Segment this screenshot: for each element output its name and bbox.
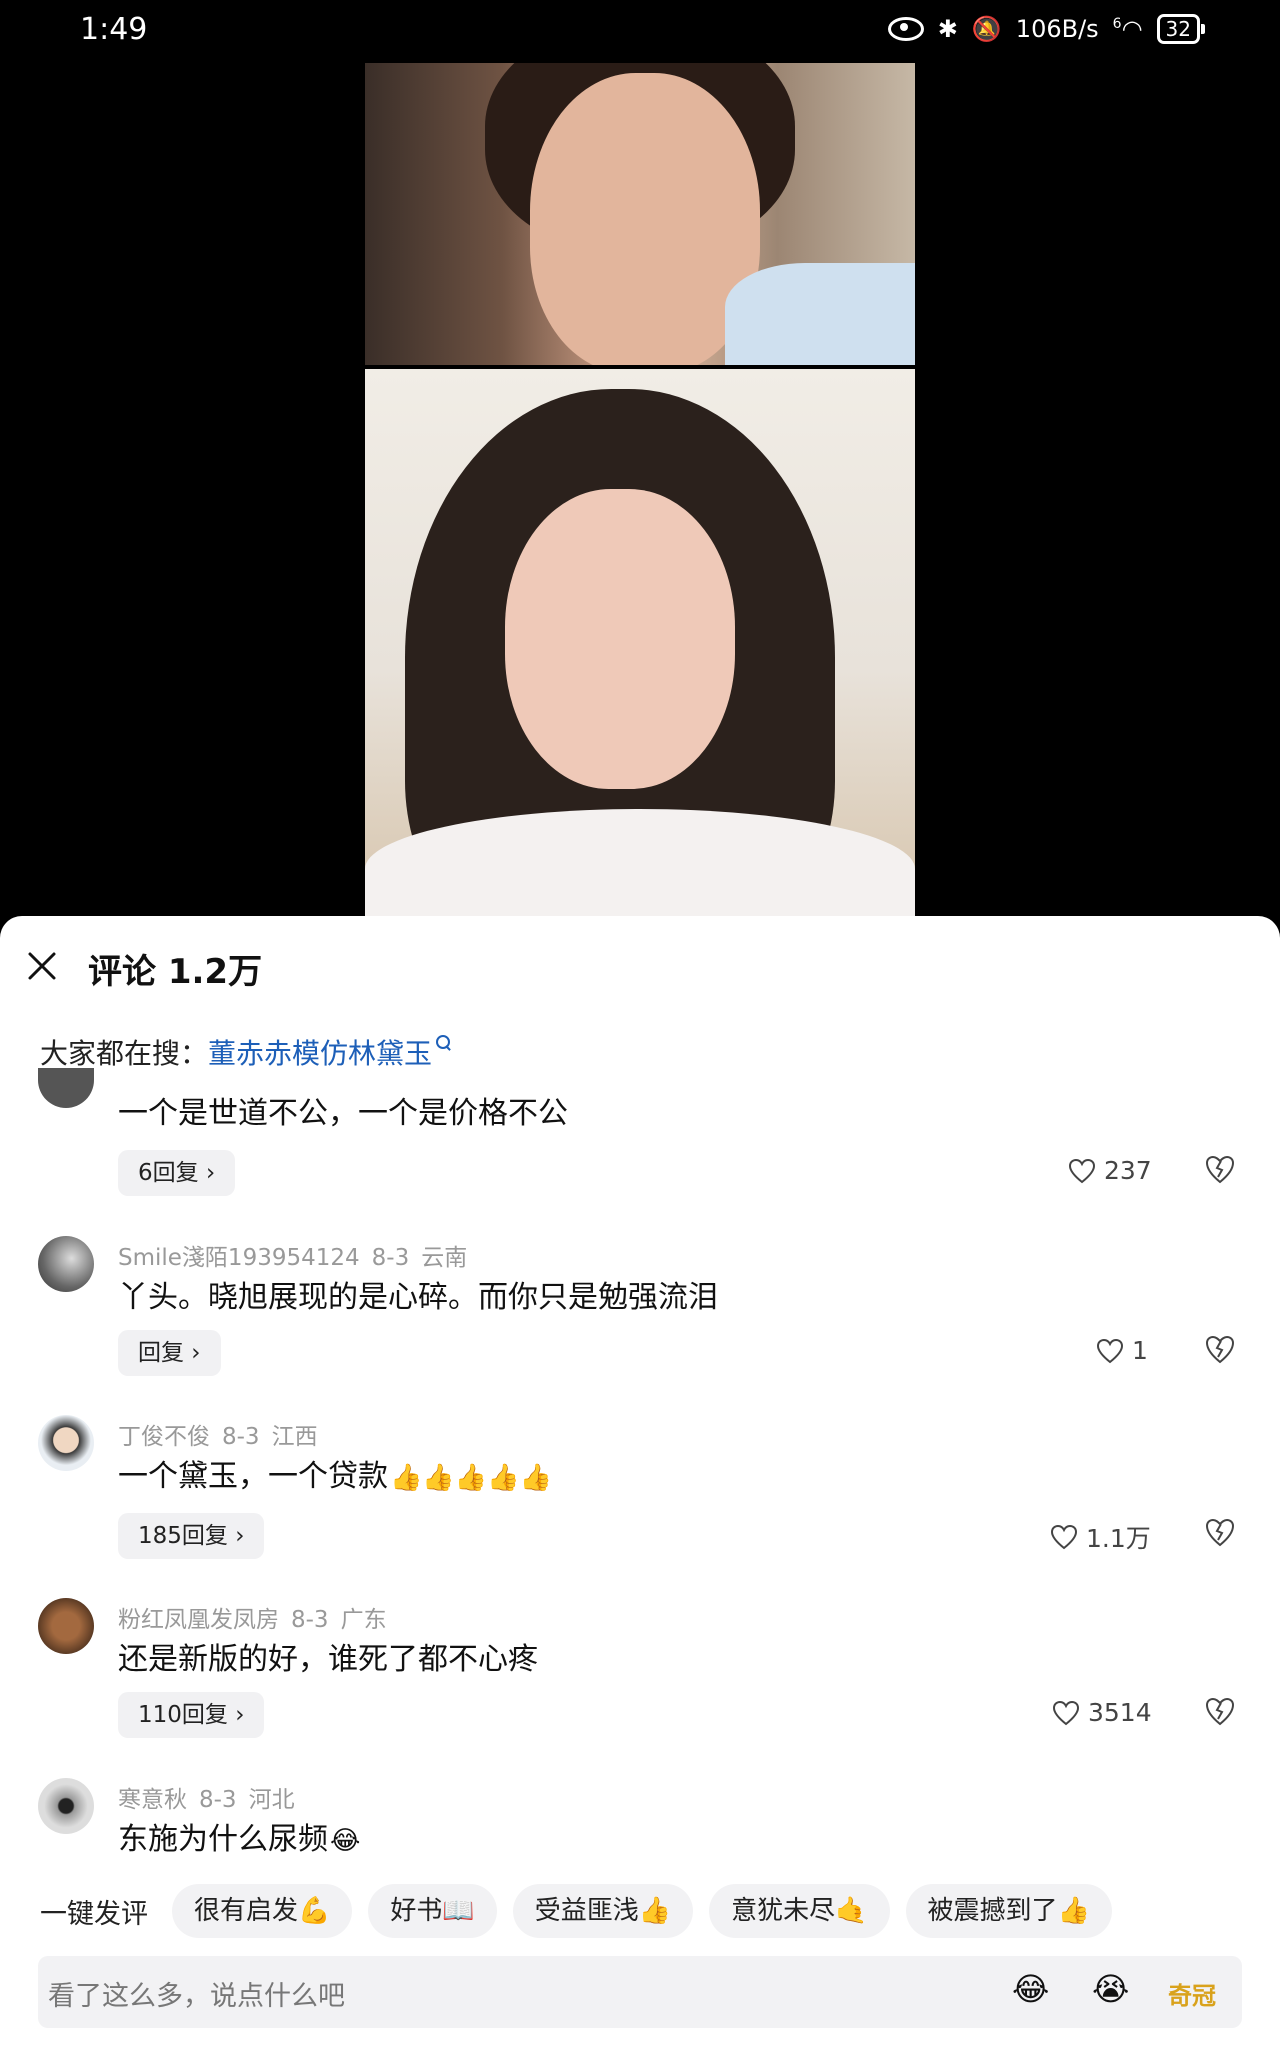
trending-search: 大家都在搜：董赤赤模仿林黛玉: [40, 1032, 451, 1072]
heart-icon: [1068, 1158, 1096, 1183]
like-count: 3514: [1088, 1698, 1152, 1727]
comment-text: 东施为什么尿频😂: [118, 1822, 361, 1857]
comment-text: 一个是世道不公，一个是价格不公: [118, 1096, 568, 1131]
reply-button[interactable]: 6回复 ›: [118, 1150, 236, 1196]
comment-location: 江西: [271, 1424, 318, 1450]
cry-emoji-button[interactable]: 😭: [1092, 1970, 1129, 2008]
reply-button[interactable]: 110回复 ›: [118, 1692, 265, 1738]
dislike-icon[interactable]: [1204, 1154, 1236, 1184]
comment-user[interactable]: 丁俊不俊: [118, 1424, 210, 1450]
video-player[interactable]: [365, 63, 915, 916]
close-icon[interactable]: [26, 950, 58, 982]
like-count: 1: [1132, 1336, 1148, 1365]
like-button[interactable]: 237: [1068, 1156, 1152, 1185]
heart-icon: [1050, 1524, 1078, 1550]
video-frame-bottom: [365, 369, 915, 916]
quick-chip[interactable]: 很有启发💪: [172, 1884, 353, 1938]
battery-icon: 32: [1156, 14, 1206, 44]
status-bar: 1:49 ✱ 🔕 106B/s 6◠ 32: [0, 0, 1280, 64]
comment-user[interactable]: 粉红凤凰发凤房: [118, 1607, 279, 1633]
search-icon[interactable]: [436, 1035, 451, 1049]
comment-location: 云南: [421, 1245, 468, 1271]
mute-bell-icon: 🔕: [971, 15, 1002, 43]
comment-meta: 粉红凤凰发凤房 8-3 广东: [118, 1600, 399, 1634]
laughing-emoji: 😂: [330, 1826, 361, 1856]
video-frame-top: [365, 63, 915, 365]
comment-user[interactable]: Smile淺陌193954124: [118, 1245, 360, 1271]
comment-meta: 寒意秋 8-3 河北: [118, 1780, 307, 1814]
panel-title: 评论 1.2万: [88, 952, 263, 992]
search-link[interactable]: 董赤赤模仿林黛玉: [208, 1037, 432, 1070]
quick-chip[interactable]: 好书📖: [368, 1884, 497, 1938]
like-button[interactable]: 1: [1096, 1336, 1148, 1365]
heart-icon: [1096, 1338, 1124, 1363]
comment-meta: Smile淺陌193954124 8-3 云南: [118, 1238, 479, 1272]
quick-chip[interactable]: 意犹未尽🤙: [709, 1884, 890, 1938]
thumbs-up-emoji: 👍👍👍👍👍: [390, 1463, 552, 1493]
avatar[interactable]: [38, 1236, 94, 1292]
dislike-icon[interactable]: [1204, 1517, 1236, 1547]
comment-user[interactable]: 寒意秋: [118, 1787, 187, 1813]
search-prefix: 大家都在搜：: [40, 1037, 209, 1070]
sticker-button[interactable]: 奇冠: [1168, 1976, 1216, 2011]
dislike-icon[interactable]: [1204, 1696, 1236, 1726]
avatar[interactable]: [38, 1415, 94, 1471]
eye-icon: [887, 17, 924, 41]
heart-icon: [1052, 1700, 1080, 1725]
like-button[interactable]: 1.1万: [1050, 1519, 1151, 1555]
reply-button[interactable]: 185回复 ›: [118, 1513, 265, 1559]
comment-panel: 评论 1.2万 大家都在搜：董赤赤模仿林黛玉 一个是世道不公，一个是价格不公 6…: [0, 916, 1280, 2048]
comment-date: 8-3: [199, 1787, 237, 1813]
comment-input-placeholder: 看了这么多，说点什么吧: [48, 1981, 345, 2012]
quick-comment-row: 一键发评 很有启发💪 好书📖 受益匪浅👍 意犹未尽🤙 被震撼到了👍: [40, 1884, 1112, 1938]
comment-date: 8-3: [371, 1245, 410, 1271]
like-button[interactable]: 3514: [1052, 1698, 1152, 1727]
wifi-icon: 6◠: [1112, 15, 1143, 43]
like-count: 237: [1104, 1156, 1152, 1185]
net-speed: 106B/s: [1015, 15, 1099, 43]
like-count: 1.1万: [1086, 1524, 1151, 1553]
avatar[interactable]: [38, 1778, 94, 1834]
comment-meta: 丁俊不俊 8-3 江西: [118, 1417, 330, 1451]
status-icons: ✱ 🔕 106B/s 6◠ 32: [887, 14, 1206, 44]
comment-location: 河北: [248, 1787, 295, 1813]
laugh-emoji-button[interactable]: 😂: [1012, 1970, 1049, 2008]
comment-location: 广东: [340, 1607, 387, 1633]
comment-text: 一个黛玉，一个贷款👍👍👍👍👍: [118, 1459, 552, 1494]
quick-chip[interactable]: 受益匪浅👍: [512, 1884, 694, 1938]
quick-chip[interactable]: 被震撼到了👍: [905, 1884, 1112, 1938]
avatar[interactable]: [38, 1068, 94, 1108]
comment-text: 还是新版的好，谁死了都不心疼: [118, 1642, 538, 1677]
comment-input[interactable]: 看了这么多，说点什么吧 😂 😭 奇冠: [38, 1956, 1242, 2028]
bluetooth-icon: ✱: [937, 15, 958, 43]
comment-text: 丫头。晓旭展现的是心碎。而你只是勉强流泪: [118, 1280, 718, 1315]
comment-date: 8-3: [291, 1607, 329, 1633]
dislike-icon[interactable]: [1204, 1334, 1236, 1364]
avatar[interactable]: [38, 1598, 94, 1654]
quick-comment-label: 一键发评: [40, 1898, 148, 1930]
status-time: 1:49: [80, 12, 148, 47]
reply-button[interactable]: 回复 ›: [118, 1330, 221, 1376]
comment-date: 8-3: [222, 1424, 260, 1450]
